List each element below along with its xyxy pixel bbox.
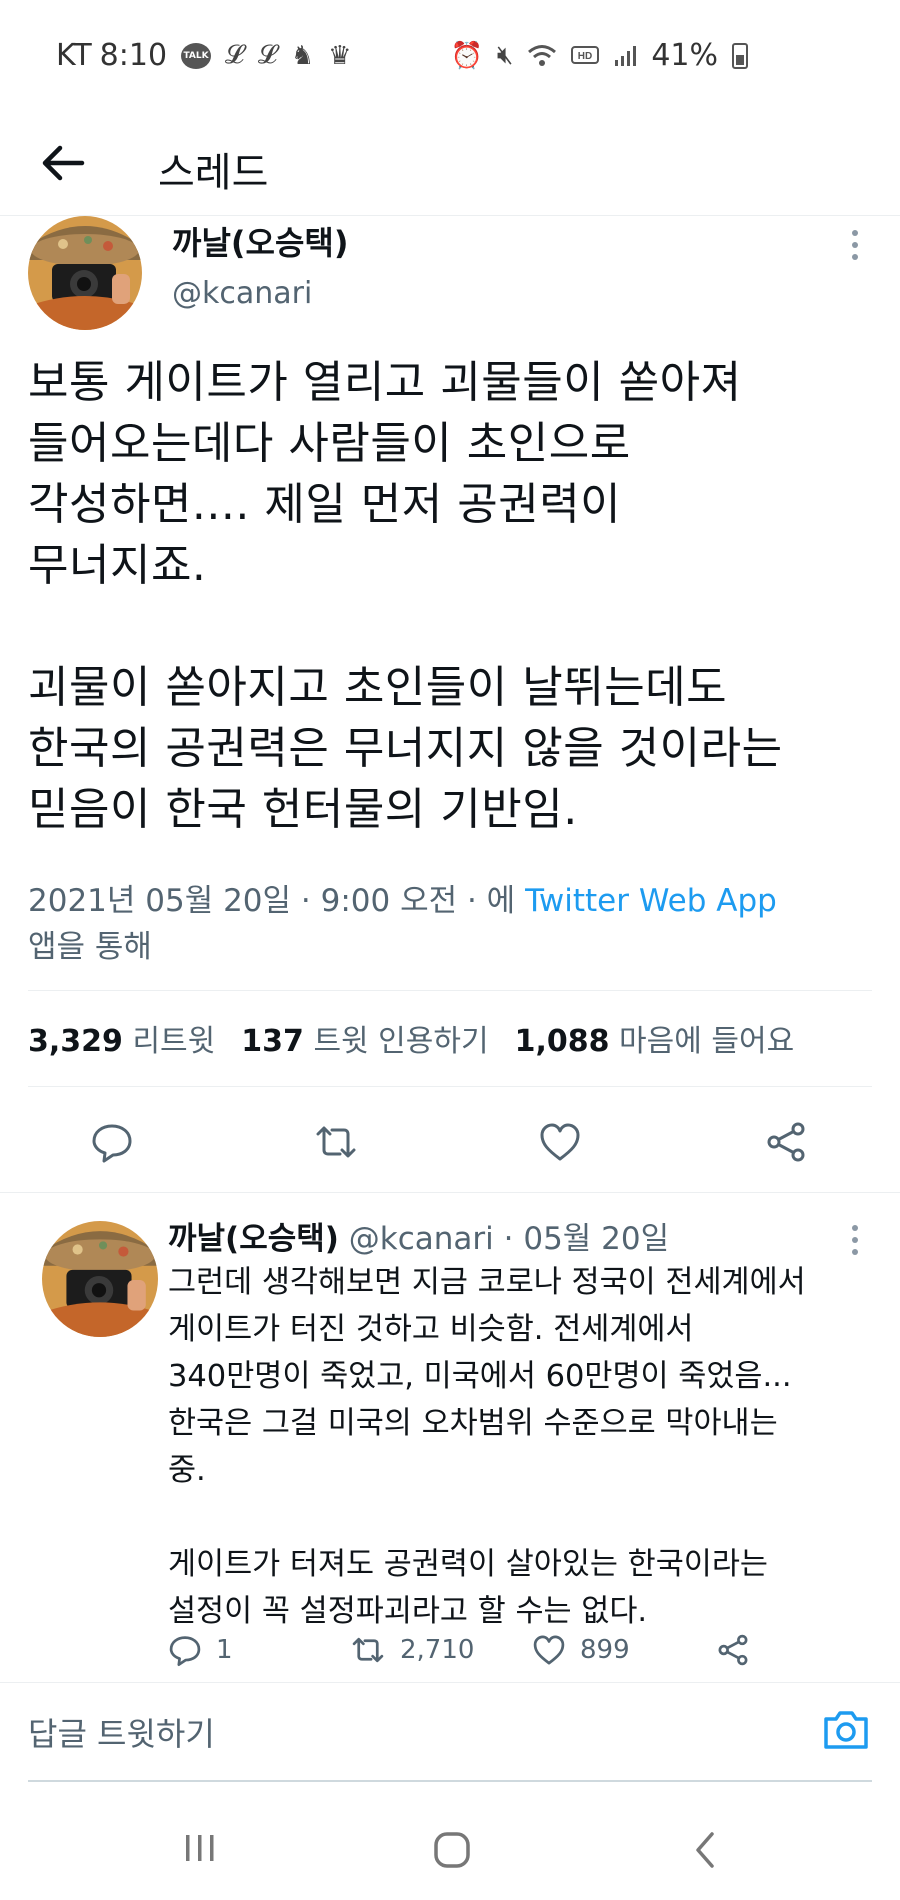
reply-share-action[interactable] xyxy=(716,1633,750,1667)
mute-icon: 🔇︎ xyxy=(496,40,514,70)
app-header: 스레드 xyxy=(0,118,900,216)
kakaotalk-icon: TALK xyxy=(181,42,212,69)
reply-header: 까날(오승택) @kcanari · 05월 20일 xyxy=(168,1213,669,1258)
alarm-icon: ⏰ xyxy=(450,40,483,71)
retweets-stat[interactable]: 3,329 리트윗 xyxy=(28,1016,215,1060)
battery-icon xyxy=(732,42,748,69)
share-icon xyxy=(718,1634,748,1666)
wifi-icon xyxy=(528,44,557,66)
tweet-timestamp[interactable]: 2021년 05월 20일 · 9:00 오전 · 에 xyxy=(28,883,525,919)
reply-text: 그런데 생각해보면 지금 코로나 정국이 전세계에서 게이트가 터진 것하고 비… xyxy=(168,1265,806,1629)
avatar-image xyxy=(28,216,142,330)
likes-count: 1,088 xyxy=(514,1024,610,1059)
retweet-icon[interactable] xyxy=(314,1120,358,1164)
divider xyxy=(28,990,872,991)
carrier-label: KT xyxy=(56,38,92,73)
page-title: 스레드 xyxy=(158,150,269,196)
tweet-actions xyxy=(0,1102,900,1182)
retweets-label: 리트윗 xyxy=(132,1024,216,1059)
reply-compose-bar[interactable]: 답글 트윗하기 xyxy=(0,1682,900,1780)
tweet-source-suffix: 앱을 통해 xyxy=(28,929,152,965)
status-bar-right: ⏰ 🔇︎ HD 41% xyxy=(451,38,748,73)
more-options-icon[interactable] xyxy=(850,228,860,262)
author-name[interactable]: 까날(오승택) xyxy=(172,218,348,264)
retweets-count: 3,329 xyxy=(28,1024,123,1059)
back-arrow-icon[interactable] xyxy=(38,138,88,188)
reply-replies-count: 1 xyxy=(216,1635,233,1665)
android-nav-bar xyxy=(0,1800,900,1900)
status-bar: KT 8:10 TALK 𝓛 𝓛 ♞ ♛ ⏰ 🔇︎ HD 41% xyxy=(0,0,900,118)
like-heart-icon xyxy=(533,1635,565,1665)
reply-handle[interactable]: @kcanari xyxy=(349,1221,494,1257)
like-heart-icon[interactable] xyxy=(538,1120,582,1164)
tweet-meta: 2021년 05월 20일 · 9:00 오전 · 에 Twitter Web … xyxy=(28,878,858,970)
author-handle[interactable]: @kcanari xyxy=(172,276,312,311)
reply-avatar[interactable] xyxy=(42,1221,158,1337)
battery-percent: 41% xyxy=(651,38,718,73)
quotes-label: 트윗 인용하기 xyxy=(313,1024,489,1059)
quotes-stat[interactable]: 137 트윗 인용하기 xyxy=(241,1016,488,1060)
divider xyxy=(28,1086,872,1087)
notification-l-icon: 𝓛 xyxy=(225,40,244,70)
notification-l2-icon: 𝓛 xyxy=(257,40,277,70)
tweet-stats: 3,329 리트윗 137 트윗 인용하기 1,088 마음에 들어요 xyxy=(28,1016,794,1060)
home-icon[interactable] xyxy=(432,1830,472,1870)
likes-label: 마음에 들어요 xyxy=(619,1024,795,1059)
notification-figure-icon: ♞ xyxy=(290,40,315,71)
avatar-image xyxy=(42,1221,158,1337)
likes-stat[interactable]: 1,088 마음에 들어요 xyxy=(515,1016,795,1060)
status-bar-left: KT 8:10 TALK 𝓛 𝓛 ♞ ♛ xyxy=(56,38,351,73)
quotes-count: 137 xyxy=(241,1024,304,1059)
hd-voice-icon: HD xyxy=(571,45,600,64)
reply-actions: 1 2,710 899 xyxy=(168,1633,768,1673)
clock: 8:10 xyxy=(99,38,168,73)
signal-icon xyxy=(615,45,637,66)
avatar[interactable] xyxy=(28,216,142,330)
reply-reply-action[interactable]: 1 xyxy=(168,1633,233,1667)
reply-like-action[interactable]: 899 xyxy=(532,1633,630,1667)
tweet-source-link[interactable]: Twitter Web App xyxy=(525,883,777,919)
tweet-text: 보통 게이트가 열리고 괴물들이 쏟아져 들어오는데다 사람들이 초인으로 각성… xyxy=(28,357,783,835)
reply-icon[interactable] xyxy=(90,1120,134,1164)
reply-input-underline xyxy=(28,1780,872,1782)
reply-author-name[interactable]: 까날(오승택) xyxy=(168,1221,339,1257)
svg-text:HD: HD xyxy=(578,51,592,62)
crown-icon: ♛ xyxy=(328,40,352,71)
reply-tweet[interactable]: 까날(오승택) @kcanari · 05월 20일 그런데 생각해보면 지금 … xyxy=(0,1192,900,1682)
back-nav-icon[interactable] xyxy=(690,1830,720,1870)
camera-icon[interactable] xyxy=(822,1707,870,1751)
share-icon[interactable] xyxy=(764,1120,808,1164)
recent-apps-icon[interactable] xyxy=(182,1830,218,1866)
more-options-icon[interactable] xyxy=(850,1223,860,1257)
reply-icon xyxy=(169,1636,201,1667)
reply-retweets-count: 2,710 xyxy=(400,1635,475,1665)
reply-date: · 05월 20일 xyxy=(503,1221,670,1257)
retweet-icon xyxy=(352,1637,384,1663)
reply-likes-count: 899 xyxy=(580,1635,630,1665)
reply-input-placeholder[interactable]: 답글 트윗하기 xyxy=(28,1709,215,1755)
reply-retweet-action[interactable]: 2,710 xyxy=(350,1633,474,1667)
